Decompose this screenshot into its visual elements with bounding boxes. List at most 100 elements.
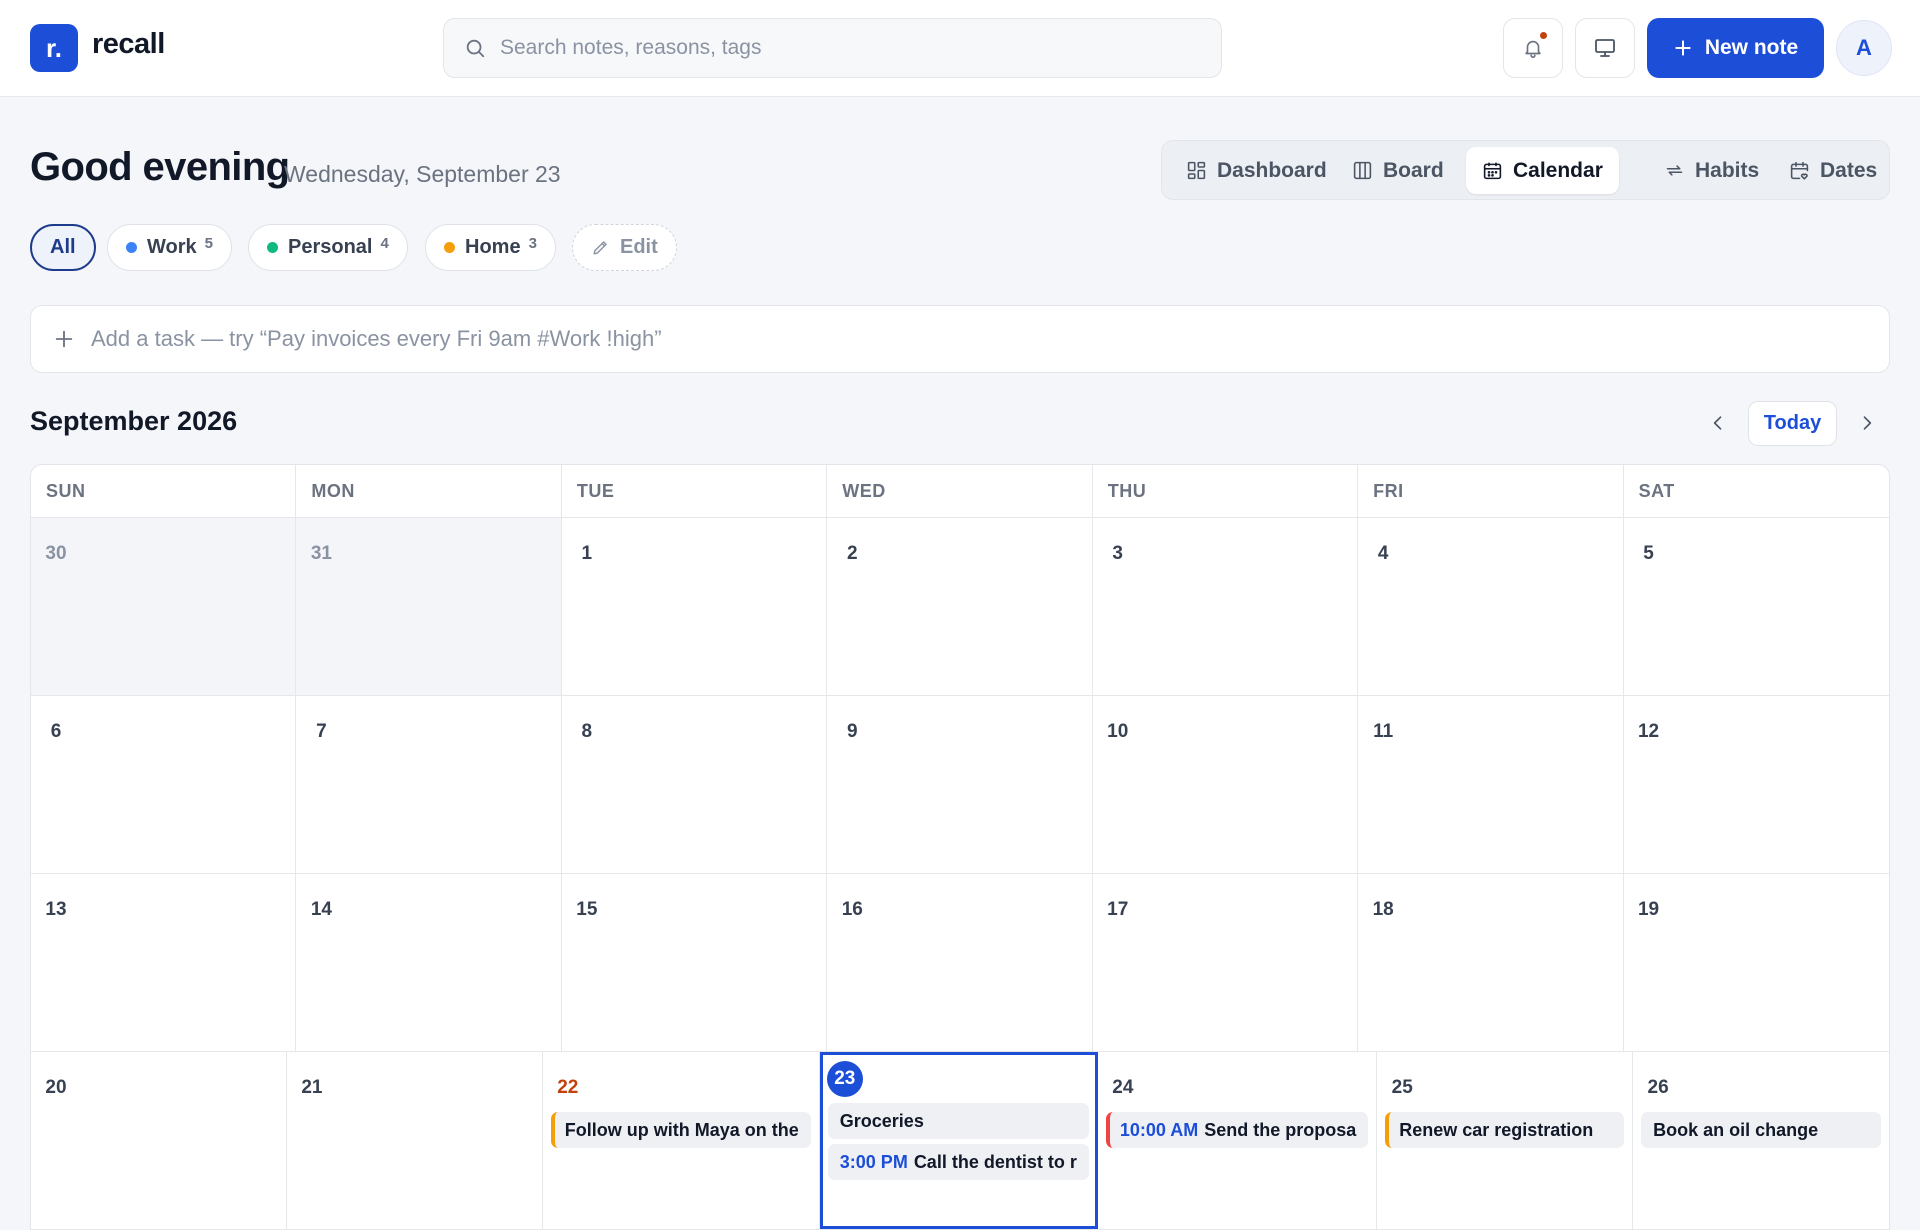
calendar-day[interactable]: 3: [1093, 518, 1359, 695]
event-chip[interactable]: Renew car registration: [1385, 1112, 1625, 1148]
month-title: September 2026: [30, 406, 238, 436]
tab-dates[interactable]: Dates: [1773, 147, 1893, 194]
search-bar[interactable]: [443, 18, 1222, 78]
event-chip[interactable]: Groceries: [827, 1103, 1089, 1139]
day-number: 5: [1643, 543, 1654, 564]
weekday-label: WED: [827, 465, 1093, 517]
new-note-button[interactable]: New note: [1647, 18, 1824, 78]
calendar-day[interactable]: 1: [562, 518, 828, 695]
notifications-button[interactable]: [1503, 18, 1563, 78]
calendar-day[interactable]: 17: [1093, 874, 1359, 1051]
calendar-day[interactable]: 16: [827, 874, 1093, 1051]
calendar-day[interactable]: 7: [296, 696, 562, 873]
tab-board[interactable]: Board: [1336, 147, 1460, 194]
day-number: 24: [1112, 1077, 1134, 1098]
day-number: 11: [1373, 721, 1394, 742]
day-number: 20: [45, 1077, 67, 1098]
day-number: 15: [576, 899, 598, 920]
display-mode-button[interactable]: [1575, 18, 1635, 78]
calendar-day[interactable]: 26 Book an oil change: [1633, 1052, 1889, 1229]
chevron-right-icon: [1863, 416, 1872, 430]
tab-dashboard[interactable]: Dashboard: [1170, 147, 1343, 194]
repeat-icon: [1666, 165, 1683, 176]
tab-habits[interactable]: Habits: [1648, 147, 1775, 194]
calendar-day[interactable]: 5: [1624, 518, 1889, 695]
calendar-day-today[interactable]: 23 Groceries 3:00 PM Call the dentist to…: [819, 1052, 1098, 1229]
calendar-heart-icon: [1790, 161, 1809, 180]
monitor-icon: [1595, 39, 1615, 57]
calendar-day[interactable]: 11: [1358, 696, 1624, 873]
day-events: Book an oil change: [1641, 1112, 1881, 1148]
calendar-day[interactable]: 22 Follow up with Maya on the: [543, 1052, 820, 1229]
event-time: 3:00 PM: [839, 1151, 908, 1172]
weekday-label: TUE: [562, 465, 828, 517]
day-number: 21: [301, 1077, 323, 1098]
calendar-day[interactable]: 18: [1358, 874, 1624, 1051]
event-chip[interactable]: Book an oil change: [1641, 1112, 1881, 1148]
event-title: Send the proposa: [1204, 1119, 1357, 1140]
next-month-button[interactable]: [1847, 403, 1887, 443]
filter-work[interactable]: Work 5: [107, 224, 232, 271]
user-avatar[interactable]: A: [1836, 20, 1892, 76]
filter-personal[interactable]: Personal 4: [248, 224, 408, 271]
calendar-day[interactable]: 10: [1093, 696, 1359, 873]
calendar-day[interactable]: 24 10:00 AM Send the proposa: [1098, 1052, 1378, 1229]
filter-count: 5: [204, 235, 213, 252]
filter-label: Home: [465, 236, 521, 258]
day-number: 17: [1107, 899, 1129, 920]
calendar-day[interactable]: 9: [827, 696, 1093, 873]
event-title: Groceries: [839, 1110, 924, 1131]
event-chip[interactable]: Follow up with Maya on the: [550, 1112, 811, 1148]
calendar-week: 20 21 22 Follow up with Maya on the 23 G…: [31, 1052, 1889, 1230]
add-task-bar[interactable]: [30, 305, 1890, 373]
edit-label: Edit: [620, 236, 658, 258]
day-number: 10: [1107, 721, 1129, 742]
weekday-label: MON: [296, 465, 562, 517]
day-number: 31: [310, 543, 332, 564]
calendar-day[interactable]: 25 Renew car registration: [1377, 1052, 1634, 1229]
calendar-day[interactable]: 21: [287, 1052, 543, 1229]
calendar-day[interactable]: 20: [31, 1052, 287, 1229]
today-button[interactable]: Today: [1748, 401, 1837, 446]
search-input[interactable]: [500, 36, 1180, 60]
weekday-label: SUN: [31, 465, 297, 517]
filter-all[interactable]: All: [30, 224, 96, 271]
notification-dot: [1538, 30, 1549, 41]
edit-filters-button[interactable]: Edit: [572, 224, 677, 271]
day-number: 19: [1637, 899, 1660, 920]
event-title: Renew car registration: [1399, 1119, 1594, 1140]
day-events: Follow up with Maya on the: [550, 1112, 811, 1148]
chevron-left-icon: [1713, 416, 1722, 430]
calendar-day[interactable]: 15: [562, 874, 828, 1051]
app-name[interactable]: recall: [92, 28, 165, 61]
day-number: 1: [581, 543, 593, 564]
add-task-input[interactable]: [91, 326, 1791, 352]
day-number: 18: [1372, 899, 1394, 920]
tab-calendar[interactable]: Calendar: [1466, 147, 1619, 194]
day-number: 26: [1647, 1077, 1669, 1098]
filter-label: Work: [147, 236, 197, 258]
calendar-day[interactable]: 8: [562, 696, 828, 873]
calendar-day[interactable]: 19: [1624, 874, 1889, 1051]
day-number: 23: [826, 1061, 863, 1097]
calendar-day[interactable]: 13: [31, 874, 297, 1051]
calendar-day[interactable]: 2: [827, 518, 1093, 695]
calendar-day[interactable]: 12: [1624, 696, 1889, 873]
calendar-day[interactable]: 31: [296, 518, 562, 695]
filter-home[interactable]: Home 3: [425, 224, 556, 271]
calendar-day[interactable]: 14: [296, 874, 562, 1051]
calendar-day[interactable]: 30: [31, 518, 297, 695]
day-events: Groceries 3:00 PM Call the dentist to r: [827, 1103, 1089, 1180]
previous-month-button[interactable]: [1698, 403, 1738, 443]
day-number: 7: [316, 721, 327, 742]
search-icon: [466, 39, 485, 58]
app-logo[interactable]: r.: [30, 24, 78, 72]
event-chip[interactable]: 3:00 PM Call the dentist to r: [827, 1144, 1089, 1180]
day-number: 12: [1637, 721, 1660, 742]
calendar-day[interactable]: 4: [1358, 518, 1624, 695]
event-chip[interactable]: 10:00 AM Send the proposa: [1105, 1112, 1369, 1148]
calendar-week: 30 31 1 2 3 4 5: [31, 518, 1889, 696]
weekday-header: SUN MON TUE WED THU FRI SAT: [31, 465, 1889, 518]
calendar-day[interactable]: 6: [31, 696, 297, 873]
board-columns-icon: [1353, 161, 1372, 180]
